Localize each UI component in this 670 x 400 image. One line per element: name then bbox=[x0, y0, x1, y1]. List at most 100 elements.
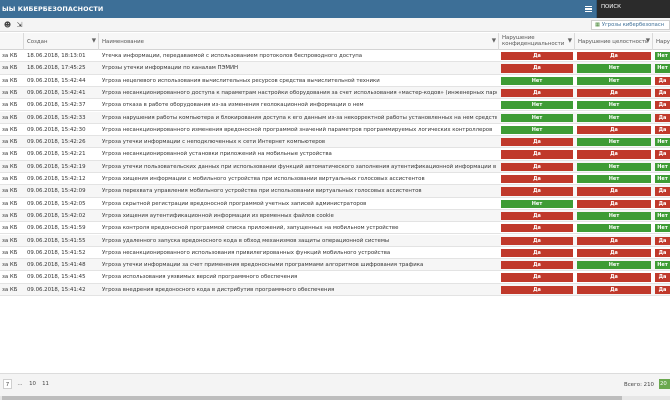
status-badge: Нет bbox=[655, 261, 670, 270]
status-badge: Нет bbox=[577, 64, 651, 73]
cell-created: 09.06.2018, 15:42:33 bbox=[27, 114, 86, 121]
cell-type: за КБ bbox=[2, 163, 18, 170]
status-badge: Нет bbox=[577, 76, 651, 85]
search-input[interactable] bbox=[621, 3, 670, 11]
status-badge: Нет bbox=[655, 162, 670, 171]
cell-created: 18.06.2018, 18:13:01 bbox=[27, 53, 86, 59]
cell-type: за КБ bbox=[2, 286, 18, 293]
filter-icon[interactable]: ▼ bbox=[492, 38, 496, 44]
column-header-confidentiality[interactable]: Нарушение конфиденциальности ▼ bbox=[499, 33, 575, 50]
page-title: ЫЫ КИБЕРБЕЗОПАСНОСТИ bbox=[2, 5, 104, 13]
scrollbar-thumb[interactable] bbox=[2, 396, 622, 400]
status-badge: Нет bbox=[577, 113, 651, 122]
export-icon[interactable]: ⇲ bbox=[14, 19, 25, 30]
table-row[interactable]: за КБ 09.06.2018, 15:41:52 Угроза несанкци… bbox=[0, 247, 670, 260]
cell-created: 09.06.2018, 15:42:09 bbox=[27, 188, 86, 195]
table-row[interactable]: за КБ 09.06.2018, 15:42:26 Угроза утечки и… bbox=[0, 136, 670, 149]
table-row[interactable]: за КБ 09.06.2018, 15:42:21 Угроза несанкци… bbox=[0, 148, 670, 161]
cell-created: 09.06.2018, 15:42:21 bbox=[27, 151, 86, 158]
status-badge: Нет bbox=[577, 162, 651, 171]
table-row[interactable]: за КБ 09.06.2018, 15:42:37 Угроза отказа в… bbox=[0, 99, 670, 112]
cell-name: Угроза несанкционированного доступа к па… bbox=[102, 89, 497, 96]
search-label: ПОИСК: bbox=[601, 4, 623, 10]
status-badge: Нет bbox=[655, 52, 670, 61]
page-button[interactable]: 7 bbox=[3, 379, 12, 389]
table-row[interactable]: за КБ 09.06.2018, 15:41:45 Угроза использо… bbox=[0, 271, 670, 284]
table-row[interactable]: за КБ 09.06.2018, 15:41:42 Угроза внедрени… bbox=[0, 283, 670, 296]
cell-name: Угроза контроля вредоносной программой с… bbox=[102, 225, 399, 232]
column-header-created[interactable]: Создан ▼ bbox=[24, 33, 99, 50]
table-row[interactable]: за КБ 09.06.2018, 15:42:05 Угроза скрытной… bbox=[0, 198, 670, 210]
status-badge: Да bbox=[577, 52, 651, 61]
status-badge: Да bbox=[577, 125, 651, 135]
cell-name: Угроза внедрения вредоносного кода в дис… bbox=[102, 286, 335, 293]
page-button[interactable]: 10 bbox=[27, 379, 38, 389]
status-badge: Да bbox=[655, 76, 670, 85]
cell-type: за КБ bbox=[2, 262, 18, 269]
page-ellipsis: ... bbox=[17, 381, 23, 387]
status-badge: Да bbox=[501, 248, 573, 258]
cell-created: 09.06.2018, 15:42:44 bbox=[27, 77, 86, 84]
hamburger-menu-icon[interactable] bbox=[581, 3, 595, 15]
table-row[interactable]: за КБ 09.06.2018, 15:42:19 Угроза утечки п… bbox=[0, 160, 670, 173]
filter-icon[interactable]: ▼ bbox=[568, 38, 572, 44]
active-filter-label: Угрозы кибербезопасн bbox=[601, 22, 665, 28]
status-badge: Да bbox=[577, 88, 651, 98]
status-badge: Да bbox=[501, 236, 573, 245]
status-badge: Да bbox=[501, 175, 573, 184]
table-row[interactable]: за КБ 18.06.2018, 18:13:01 Утечка информац… bbox=[0, 50, 670, 63]
status-badge: Да bbox=[655, 273, 670, 282]
column-header-name[interactable]: Наименование ▼ bbox=[99, 33, 499, 50]
cell-type: за КБ bbox=[2, 188, 18, 195]
status-badge: Нет bbox=[655, 211, 670, 221]
column-header-availability[interactable]: Нару bbox=[653, 33, 670, 50]
status-badge: Нет bbox=[577, 175, 651, 184]
column-header-integrity[interactable]: Нарушение целостности ▼ bbox=[575, 33, 653, 50]
cell-type: за КБ bbox=[2, 151, 18, 158]
status-badge: Да bbox=[501, 224, 573, 233]
document-icon: ▦ bbox=[595, 22, 600, 28]
cell-name: Угроза перехвата управления мобильного у… bbox=[102, 188, 422, 195]
status-badge: Нет bbox=[577, 101, 651, 110]
horizontal-scrollbar[interactable] bbox=[0, 396, 670, 400]
status-badge: Нет bbox=[577, 211, 651, 221]
cell-type: за КБ bbox=[2, 126, 18, 133]
table-row[interactable]: за КБ 09.06.2018, 15:42:30 Угроза несанкци… bbox=[0, 124, 670, 137]
table-row[interactable]: за КБ 09.06.2018, 15:42:12 Угроза хищения … bbox=[0, 173, 670, 186]
status-badge: Да bbox=[655, 236, 670, 245]
table-row[interactable]: за КБ 09.06.2018, 15:42:09 Угроза перехват… bbox=[0, 185, 670, 198]
status-badge: Нет bbox=[577, 261, 651, 270]
users-icon[interactable]: ☻ bbox=[2, 19, 13, 30]
app-titlebar: ЫЫ КИБЕРБЕЗОПАСНОСТИ ПОИСК: bbox=[0, 0, 670, 18]
cell-created: 09.06.2018, 15:41:45 bbox=[27, 274, 86, 281]
status-badge: Да bbox=[577, 285, 651, 294]
table-row[interactable]: за КБ 09.06.2018, 15:41:55 Угроза удаленно… bbox=[0, 234, 670, 247]
cell-created: 09.06.2018, 15:41:52 bbox=[27, 249, 86, 256]
filter-icon[interactable]: ▼ bbox=[646, 38, 650, 44]
column-label-confidentiality: Нарушение конфиденциальности bbox=[502, 35, 565, 47]
cell-created: 09.06.2018, 15:42:26 bbox=[27, 139, 86, 146]
status-badge: Да bbox=[501, 187, 573, 196]
table-row[interactable]: за КБ 09.06.2018, 15:41:48 Угроза утечки и… bbox=[0, 259, 670, 272]
status-badge: Да bbox=[501, 88, 573, 98]
status-badge: Да bbox=[655, 150, 670, 159]
page-button[interactable]: 11 bbox=[40, 379, 51, 389]
status-badge: Нет bbox=[655, 175, 670, 184]
status-badge: Да bbox=[655, 113, 670, 122]
toolbar: ☻ ⇲ ▦ Угрозы кибербезопасн bbox=[0, 18, 670, 32]
table-row[interactable]: за КБ 09.06.2018, 15:41:59 Угроза контроля… bbox=[0, 222, 670, 235]
cell-created: 09.06.2018, 15:42:02 bbox=[27, 212, 86, 219]
status-badge: Да bbox=[577, 199, 651, 208]
active-filter-tag[interactable]: ▦ Угрозы кибербезопасн bbox=[591, 20, 670, 30]
table-row[interactable]: за КБ 18.06.2018, 17:45:25 Угрозы утечки и… bbox=[0, 62, 670, 75]
cell-name: Угроза утечки пользовательских данных пр… bbox=[102, 163, 497, 170]
cell-name: Угроза нарушения работы компьютера и бло… bbox=[102, 114, 497, 121]
table-row[interactable]: за КБ 09.06.2018, 15:42:44 Угроза нецелево… bbox=[0, 75, 670, 87]
table-row[interactable]: за КБ 09.06.2018, 15:42:02 Угроза хищения … bbox=[0, 209, 670, 223]
table-row[interactable]: за КБ 09.06.2018, 15:42:41 Угроза несанкци… bbox=[0, 86, 670, 100]
filter-icon[interactable]: ▼ bbox=[92, 38, 96, 44]
column-header-type[interactable] bbox=[0, 33, 24, 50]
table-row[interactable]: за КБ 09.06.2018, 15:42:33 Угроза нарушени… bbox=[0, 111, 670, 124]
status-badge: Да bbox=[501, 64, 573, 73]
page-size-button[interactable]: 20 bbox=[659, 379, 670, 389]
